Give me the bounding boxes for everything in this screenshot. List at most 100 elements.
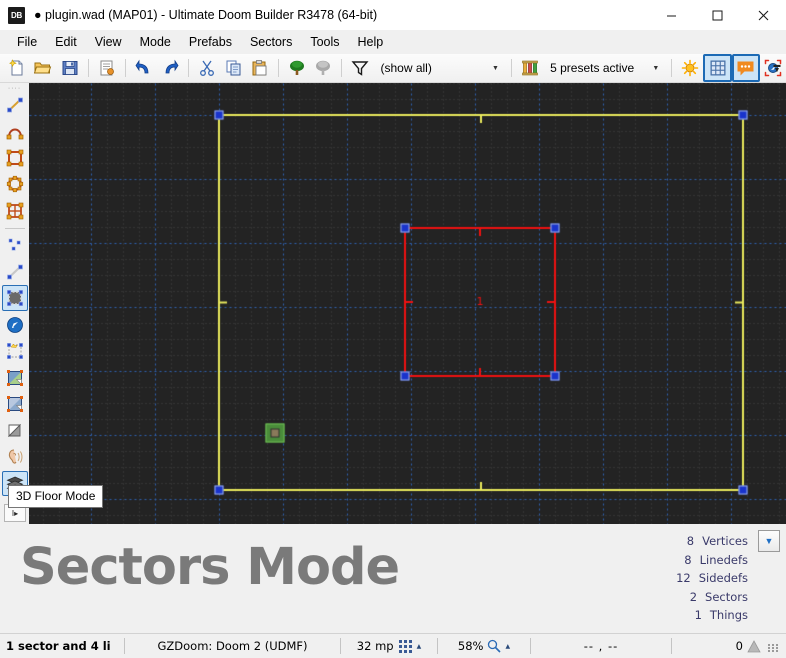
toolbar-separator-1 bbox=[87, 59, 89, 77]
open-folder-icon bbox=[34, 62, 52, 74]
stat-sectors-label: Sectors bbox=[705, 589, 748, 604]
new-file-button[interactable] bbox=[4, 55, 30, 81]
toolbar-separator-6 bbox=[510, 59, 512, 77]
edit-selection-icon bbox=[6, 343, 23, 360]
sound-ear-icon bbox=[8, 449, 22, 464]
draw-ellipse-tool-button[interactable] bbox=[2, 172, 28, 198]
close-icon bbox=[758, 10, 768, 20]
copy-button[interactable] bbox=[220, 55, 246, 81]
menu-file[interactable]: File bbox=[8, 32, 46, 52]
map-canvas-area[interactable] bbox=[29, 83, 786, 524]
menu-prefabs[interactable]: Prefabs bbox=[180, 32, 241, 52]
map-view[interactable] bbox=[29, 83, 786, 524]
brightness-mode-button[interactable] bbox=[2, 418, 28, 444]
sidebar-grip[interactable]: ···· bbox=[8, 85, 22, 92]
copy-icon bbox=[226, 60, 241, 76]
menu-bar: File Edit View Mode Prefabs Sectors Tool… bbox=[0, 30, 786, 54]
open-file-button[interactable] bbox=[30, 55, 56, 81]
brightness-button[interactable] bbox=[677, 55, 703, 81]
selection-info: 0 bbox=[672, 635, 786, 657]
redo-button[interactable] bbox=[157, 55, 183, 81]
filter-combo[interactable]: (show all) ▼ bbox=[376, 58, 506, 78]
menu-edit[interactable]: Edit bbox=[46, 32, 86, 52]
vertices-mode-button[interactable] bbox=[2, 232, 28, 258]
script-editor-icon bbox=[100, 60, 114, 76]
game-config-label: GZDoom: Doom 2 (UDMF) bbox=[157, 639, 308, 653]
texture-align-x-button[interactable] bbox=[2, 365, 28, 391]
grid-size-arrow-icon[interactable]: ▲ bbox=[417, 643, 422, 650]
linedefs-mode-button[interactable] bbox=[2, 259, 28, 285]
presets-combo[interactable]: 5 presets active ▼ bbox=[545, 58, 666, 78]
draw-curve-icon bbox=[6, 128, 23, 140]
status-bar: 1 sector and 4 li GZDoom: Doom 2 (UDMF) … bbox=[0, 633, 786, 658]
tree-green-icon bbox=[289, 60, 304, 75]
new-file-icon bbox=[9, 59, 23, 76]
toolbar-overflow-chevron-down-icon: ▼ bbox=[773, 67, 781, 74]
filter-combo-chevron-down-icon[interactable]: ▼ bbox=[485, 65, 506, 72]
tooltip-3d-floor-mode: 3D Floor Mode bbox=[8, 485, 104, 508]
texture-align-x-icon bbox=[6, 369, 23, 386]
maximize-button[interactable] bbox=[694, 0, 740, 30]
editor-body: ···· I▸ 3D Floor Mode bbox=[0, 83, 786, 524]
panel-collapse-button[interactable]: ▼ bbox=[758, 530, 780, 552]
map-statistics: 8 Vertices 8 Linedefs 12 Sidedefs 2 Sect… bbox=[671, 532, 748, 625]
things-mode-button[interactable] bbox=[2, 312, 28, 338]
draw-line-icon bbox=[6, 97, 23, 113]
warning-triangle-icon bbox=[747, 639, 761, 652]
comments-button[interactable] bbox=[731, 54, 760, 82]
tree-gray-icon bbox=[316, 60, 331, 75]
presets-combo-chevron-down-icon[interactable]: ▼ bbox=[645, 65, 666, 72]
script-editor-button[interactable] bbox=[94, 55, 120, 81]
edit-selection-mode-button[interactable] bbox=[2, 338, 28, 364]
menu-tools[interactable]: Tools bbox=[301, 32, 348, 52]
stat-linedefs-label: Linedefs bbox=[699, 552, 748, 567]
filter-button[interactable] bbox=[347, 55, 373, 81]
app-icon: DB bbox=[8, 6, 25, 24]
texture-align-y-icon bbox=[6, 396, 23, 413]
chevron-down-icon: ▼ bbox=[764, 536, 774, 546]
close-button[interactable] bbox=[740, 0, 786, 30]
cut-button[interactable] bbox=[194, 55, 220, 81]
vertices-mode-icon bbox=[8, 238, 21, 251]
menu-mode[interactable]: Mode bbox=[131, 32, 180, 52]
draw-rectangle-tool-button[interactable] bbox=[2, 145, 28, 171]
presets-button[interactable] bbox=[517, 55, 543, 81]
paste-button[interactable] bbox=[247, 55, 273, 81]
paste-icon bbox=[252, 60, 267, 76]
sidebar-separator bbox=[4, 227, 25, 229]
menu-sectors[interactable]: Sectors bbox=[241, 32, 301, 52]
draw-rectangle-icon bbox=[6, 149, 23, 167]
selection-count: 0 bbox=[735, 639, 743, 653]
things-mode-icon bbox=[6, 316, 23, 333]
show-things-button[interactable] bbox=[284, 55, 310, 81]
stat-linedefs: 8 Linedefs bbox=[672, 551, 748, 570]
zoom-arrow-icon[interactable]: ▲ bbox=[505, 643, 510, 650]
resize-grip[interactable] bbox=[768, 640, 780, 652]
grid-size-control[interactable]: 32 mp ▲ bbox=[341, 635, 437, 657]
stat-sidedefs: 12 Sidedefs bbox=[671, 569, 748, 588]
presets-columns-icon bbox=[522, 60, 538, 76]
linedefs-mode-icon bbox=[6, 264, 23, 280]
zoom-control[interactable]: 58% ▲ bbox=[438, 635, 530, 657]
texture-align-y-button[interactable] bbox=[2, 391, 28, 417]
save-file-button[interactable] bbox=[56, 55, 82, 81]
window-controls bbox=[648, 0, 786, 30]
menu-view[interactable]: View bbox=[86, 32, 131, 52]
mode-info-panel: Sectors Mode ▼ 8 Vertices 8 Linedefs 12 … bbox=[0, 524, 786, 633]
filter-combo-value: (show all) bbox=[380, 61, 432, 75]
grid-toggle-button[interactable] bbox=[703, 54, 732, 82]
draw-curve-tool-button[interactable] bbox=[2, 119, 28, 145]
undo-button[interactable] bbox=[131, 55, 157, 81]
toolbar-overflow-button[interactable]: ▬ ▼ bbox=[770, 57, 784, 79]
menu-help[interactable]: Help bbox=[349, 32, 393, 52]
draw-grid-tool-button[interactable] bbox=[2, 198, 28, 224]
stat-sidedefs-label: Sidedefs bbox=[698, 571, 748, 585]
minimize-button[interactable] bbox=[648, 0, 694, 30]
hide-things-button[interactable] bbox=[310, 55, 336, 81]
draw-line-tool-button[interactable] bbox=[2, 92, 28, 118]
grid-size-value: 32 mp bbox=[356, 639, 394, 653]
sectors-mode-button[interactable] bbox=[1, 285, 28, 311]
stat-linedefs-count: 8 bbox=[684, 552, 692, 567]
grid-size-icon bbox=[398, 639, 412, 653]
sound-propagation-button[interactable] bbox=[2, 444, 28, 470]
